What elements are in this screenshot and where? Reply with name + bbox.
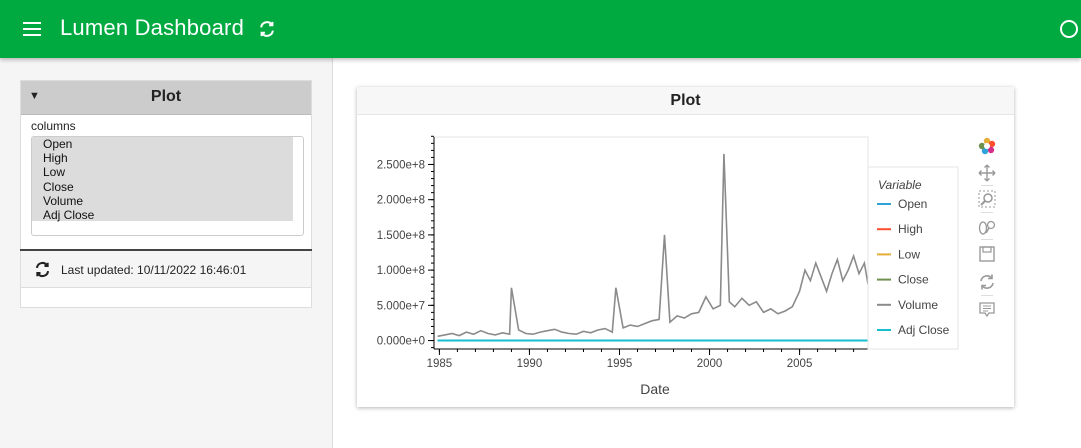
x-axis-label: Date <box>640 381 670 397</box>
y-tick-label: 2.500e+8 <box>377 159 425 171</box>
toolbar-separator <box>981 239 993 240</box>
x-tick-label: 2000 <box>697 358 723 370</box>
x-tick-label: 1990 <box>517 358 543 370</box>
legend-item-label: Open <box>898 197 927 211</box>
hamburger-menu-icon[interactable] <box>23 22 41 36</box>
y-tick-label: 2.000e+8 <box>377 195 425 207</box>
y-tick-label: 1.000e+8 <box>377 265 425 277</box>
y-tick-label: 0.000e+0 <box>377 336 425 348</box>
legend-item-label: Low <box>898 247 920 261</box>
x-tick-label: 1985 <box>427 358 453 370</box>
app-title: Lumen Dashboard <box>60 15 245 40</box>
hover-tooltip-icon[interactable] <box>977 300 997 320</box>
box-zoom-icon[interactable] <box>977 189 997 209</box>
toolbar-separator <box>981 295 993 296</box>
toolbar-separator <box>981 212 993 213</box>
reset-icon[interactable] <box>977 272 997 292</box>
bokeh-logo-icon[interactable] <box>977 136 997 156</box>
legend-item-label: High <box>898 222 923 236</box>
legend-item-label: Volume <box>898 298 938 312</box>
plot-area <box>433 136 869 350</box>
y-tick-label: 5.000e+7 <box>377 300 425 312</box>
x-tick-label: 2005 <box>787 358 813 370</box>
busy-indicator-icon <box>1060 20 1078 38</box>
y-tick-label: 1.500e+8 <box>377 230 425 242</box>
app-header: Lumen Dashboard <box>0 0 1081 58</box>
legend-title: Variable <box>878 178 922 192</box>
plot-toolbar <box>975 136 999 326</box>
legend-item-label: Close <box>898 273 929 287</box>
legend-item-label: Adj Close <box>898 323 950 337</box>
save-icon[interactable] <box>977 244 997 264</box>
toolbar-separator <box>981 185 993 186</box>
line-chart[interactable]: 0.000e+0 5.000e+7 1.000e+8 1.500e+8 2.000e+8… <box>0 0 1081 448</box>
refresh-icon[interactable] <box>257 19 277 39</box>
wheel-zoom-icon[interactable] <box>977 217 997 237</box>
x-tick-label: 1995 <box>607 358 633 370</box>
pan-icon[interactable] <box>977 163 997 183</box>
